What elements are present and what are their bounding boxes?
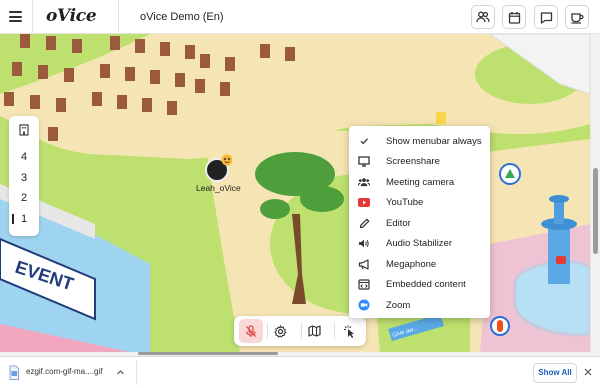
avatar-name: Leah_oVice <box>196 183 241 193</box>
menu-item-label: Meeting camera <box>386 176 455 188</box>
mic-toggle-button[interactable] <box>239 319 263 343</box>
download-file-name[interactable]: ezgif.com-gif-ma....gif <box>26 367 102 376</box>
map-scene: EVENT Give aw... <box>0 34 590 352</box>
pencil-icon <box>358 217 370 229</box>
settings-button[interactable] <box>268 319 292 343</box>
divider <box>136 361 137 385</box>
horizontal-scrollbar-thumb[interactable] <box>138 352 278 355</box>
vertical-scrollbar-thumb[interactable] <box>593 168 598 254</box>
menu-item-youtube[interactable]: YouTube <box>349 193 490 213</box>
top-bar: oVice oVice Demo (En) <box>0 0 600 34</box>
divider <box>32 0 33 34</box>
floor-3[interactable]: 3 <box>9 169 39 187</box>
menu-item-audio-stabilizer[interactable]: Audio Stabilizer <box>349 234 490 254</box>
menu-item-show-menubar[interactable]: Show menubar always <box>349 131 490 151</box>
bottom-toolbar <box>234 316 366 346</box>
download-bar: ezgif.com-gif-ma....gif Show All <box>0 356 600 388</box>
group-icon <box>358 176 370 188</box>
menu-item-screenshare[interactable]: Screenshare <box>349 152 490 172</box>
map-area[interactable]: EVENT Give aw... <box>0 34 590 352</box>
show-all-button[interactable]: Show All <box>533 363 577 383</box>
menu-item-label: Show menubar always <box>386 135 482 147</box>
calendar-button[interactable] <box>502 5 526 29</box>
floor-1[interactable]: 1 <box>9 210 39 228</box>
youtube-icon <box>358 197 370 209</box>
calendar-icon <box>508 11 520 24</box>
chat-button[interactable] <box>534 5 558 29</box>
settings-icon <box>273 324 286 338</box>
menu-icon[interactable] <box>9 11 22 22</box>
users-button[interactable] <box>471 5 495 29</box>
floor-1-label: 1 <box>20 213 28 225</box>
interact-button[interactable] <box>337 319 361 343</box>
emoji-badge-icon <box>221 154 233 166</box>
floor-selector: 4 3 2 1 <box>9 116 39 236</box>
menu-item-megaphone[interactable]: Megaphone <box>349 254 490 274</box>
floor-4[interactable]: 4 <box>9 148 39 166</box>
floor-2[interactable]: 2 <box>9 189 39 207</box>
current-floor-marker <box>12 214 14 224</box>
monitor-icon <box>358 156 370 168</box>
building-icon <box>19 124 29 136</box>
map-icon <box>307 325 321 337</box>
divider <box>334 323 335 339</box>
zoom-icon <box>358 299 370 311</box>
menu-item-zoom[interactable]: Zoom <box>349 295 490 315</box>
check-icon <box>358 135 370 147</box>
users-icon <box>476 11 490 23</box>
close-icon[interactable] <box>583 367 593 377</box>
menu-item-embedded-content[interactable]: Embedded content <box>349 275 490 295</box>
file-icon <box>9 365 19 380</box>
ovice-app: oVice oVice Demo (En) EVENT Give aw... 4… <box>0 0 600 388</box>
divider <box>118 0 119 34</box>
coffee-button[interactable] <box>565 5 589 29</box>
speaker-icon <box>358 238 370 250</box>
chat-icon <box>540 11 552 24</box>
cursor-click-icon <box>343 325 354 338</box>
map-button[interactable] <box>302 319 326 343</box>
ovice-logo: oVice <box>46 6 97 26</box>
mic-muted-icon <box>246 324 256 337</box>
menu-item-label: Audio Stabilizer <box>386 238 453 249</box>
coffee-icon <box>571 12 584 24</box>
menu-item-label: YouTube <box>386 197 424 208</box>
menu-item-label: Editor <box>386 217 411 229</box>
embed-icon <box>358 279 370 291</box>
menu-item-label: Megaphone <box>386 258 437 270</box>
menu-item-label: Screenshare <box>386 156 440 167</box>
chevron-up-icon[interactable] <box>116 368 125 377</box>
megaphone-icon <box>358 258 370 270</box>
menu-item-label: Zoom <box>386 299 411 311</box>
menu-item-editor[interactable]: Editor <box>349 213 490 233</box>
menu-item-label: Embedded content <box>386 279 466 290</box>
more-menu: Show menubar always Screenshare Meeting … <box>349 126 490 318</box>
space-title: oVice Demo (En) <box>140 11 224 23</box>
menu-item-meeting-camera[interactable]: Meeting camera <box>349 172 490 192</box>
